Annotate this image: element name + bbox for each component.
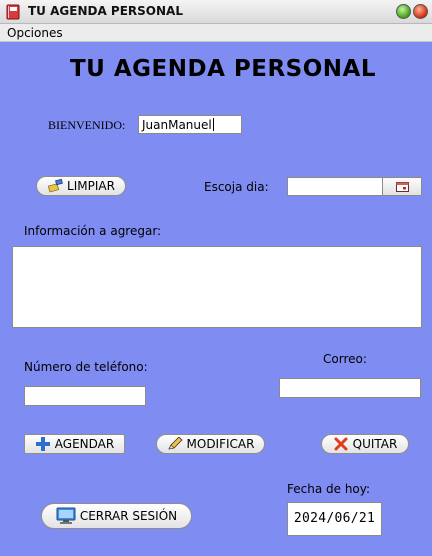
- logout-button[interactable]: CERRAR SESIÓN: [41, 503, 192, 529]
- close-button[interactable]: [413, 4, 428, 19]
- broom-icon: [47, 179, 63, 193]
- today-label: Fecha de hoy:: [287, 482, 371, 496]
- info-textarea[interactable]: [12, 246, 422, 328]
- email-input[interactable]: [279, 378, 421, 398]
- clear-button[interactable]: LIMPIAR: [36, 176, 126, 196]
- calendar-button[interactable]: [382, 177, 422, 196]
- day-input[interactable]: [287, 177, 383, 196]
- phone-input[interactable]: [24, 386, 146, 406]
- plus-icon: [35, 437, 50, 451]
- delete-button[interactable]: QUITAR: [321, 434, 409, 454]
- username-field[interactable]: JuanManuel: [138, 115, 242, 134]
- menu-bar: Opciones: [0, 24, 432, 42]
- today-date: 2024/06/21: [287, 502, 382, 536]
- minimize-button[interactable]: [396, 4, 411, 19]
- x-icon: [334, 437, 348, 451]
- delete-button-label: QUITAR: [352, 437, 398, 451]
- monitor-icon: [56, 507, 76, 524]
- welcome-label: BIENVENIDO:: [48, 118, 126, 132]
- title-bar: TU AGENDA PERSONAL: [0, 0, 432, 24]
- modify-button[interactable]: MODIFICAR: [156, 434, 265, 454]
- calendar-icon: [395, 181, 409, 192]
- day-picker-label: Escoja dia:: [204, 180, 269, 194]
- page-title: TU AGENDA PERSONAL: [69, 56, 376, 82]
- menu-opciones[interactable]: Opciones: [7, 26, 63, 40]
- modify-button-label: MODIFICAR: [186, 437, 255, 451]
- pencil-icon: [167, 437, 183, 450]
- clear-button-label: LIMPIAR: [67, 179, 115, 193]
- username-text: JuanManuel: [142, 118, 212, 132]
- window-title: TU AGENDA PERSONAL: [28, 4, 183, 18]
- phone-label: Número de teléfono:: [24, 360, 148, 374]
- email-label: Correo:: [323, 352, 367, 366]
- info-label: Información a agregar:: [24, 224, 162, 238]
- agenda-book-icon: [6, 4, 20, 20]
- schedule-button[interactable]: AGENDAR: [24, 434, 125, 454]
- text-caret: [212, 118, 214, 131]
- logout-button-label: CERRAR SESIÓN: [79, 509, 178, 523]
- schedule-button-label: AGENDAR: [54, 437, 115, 451]
